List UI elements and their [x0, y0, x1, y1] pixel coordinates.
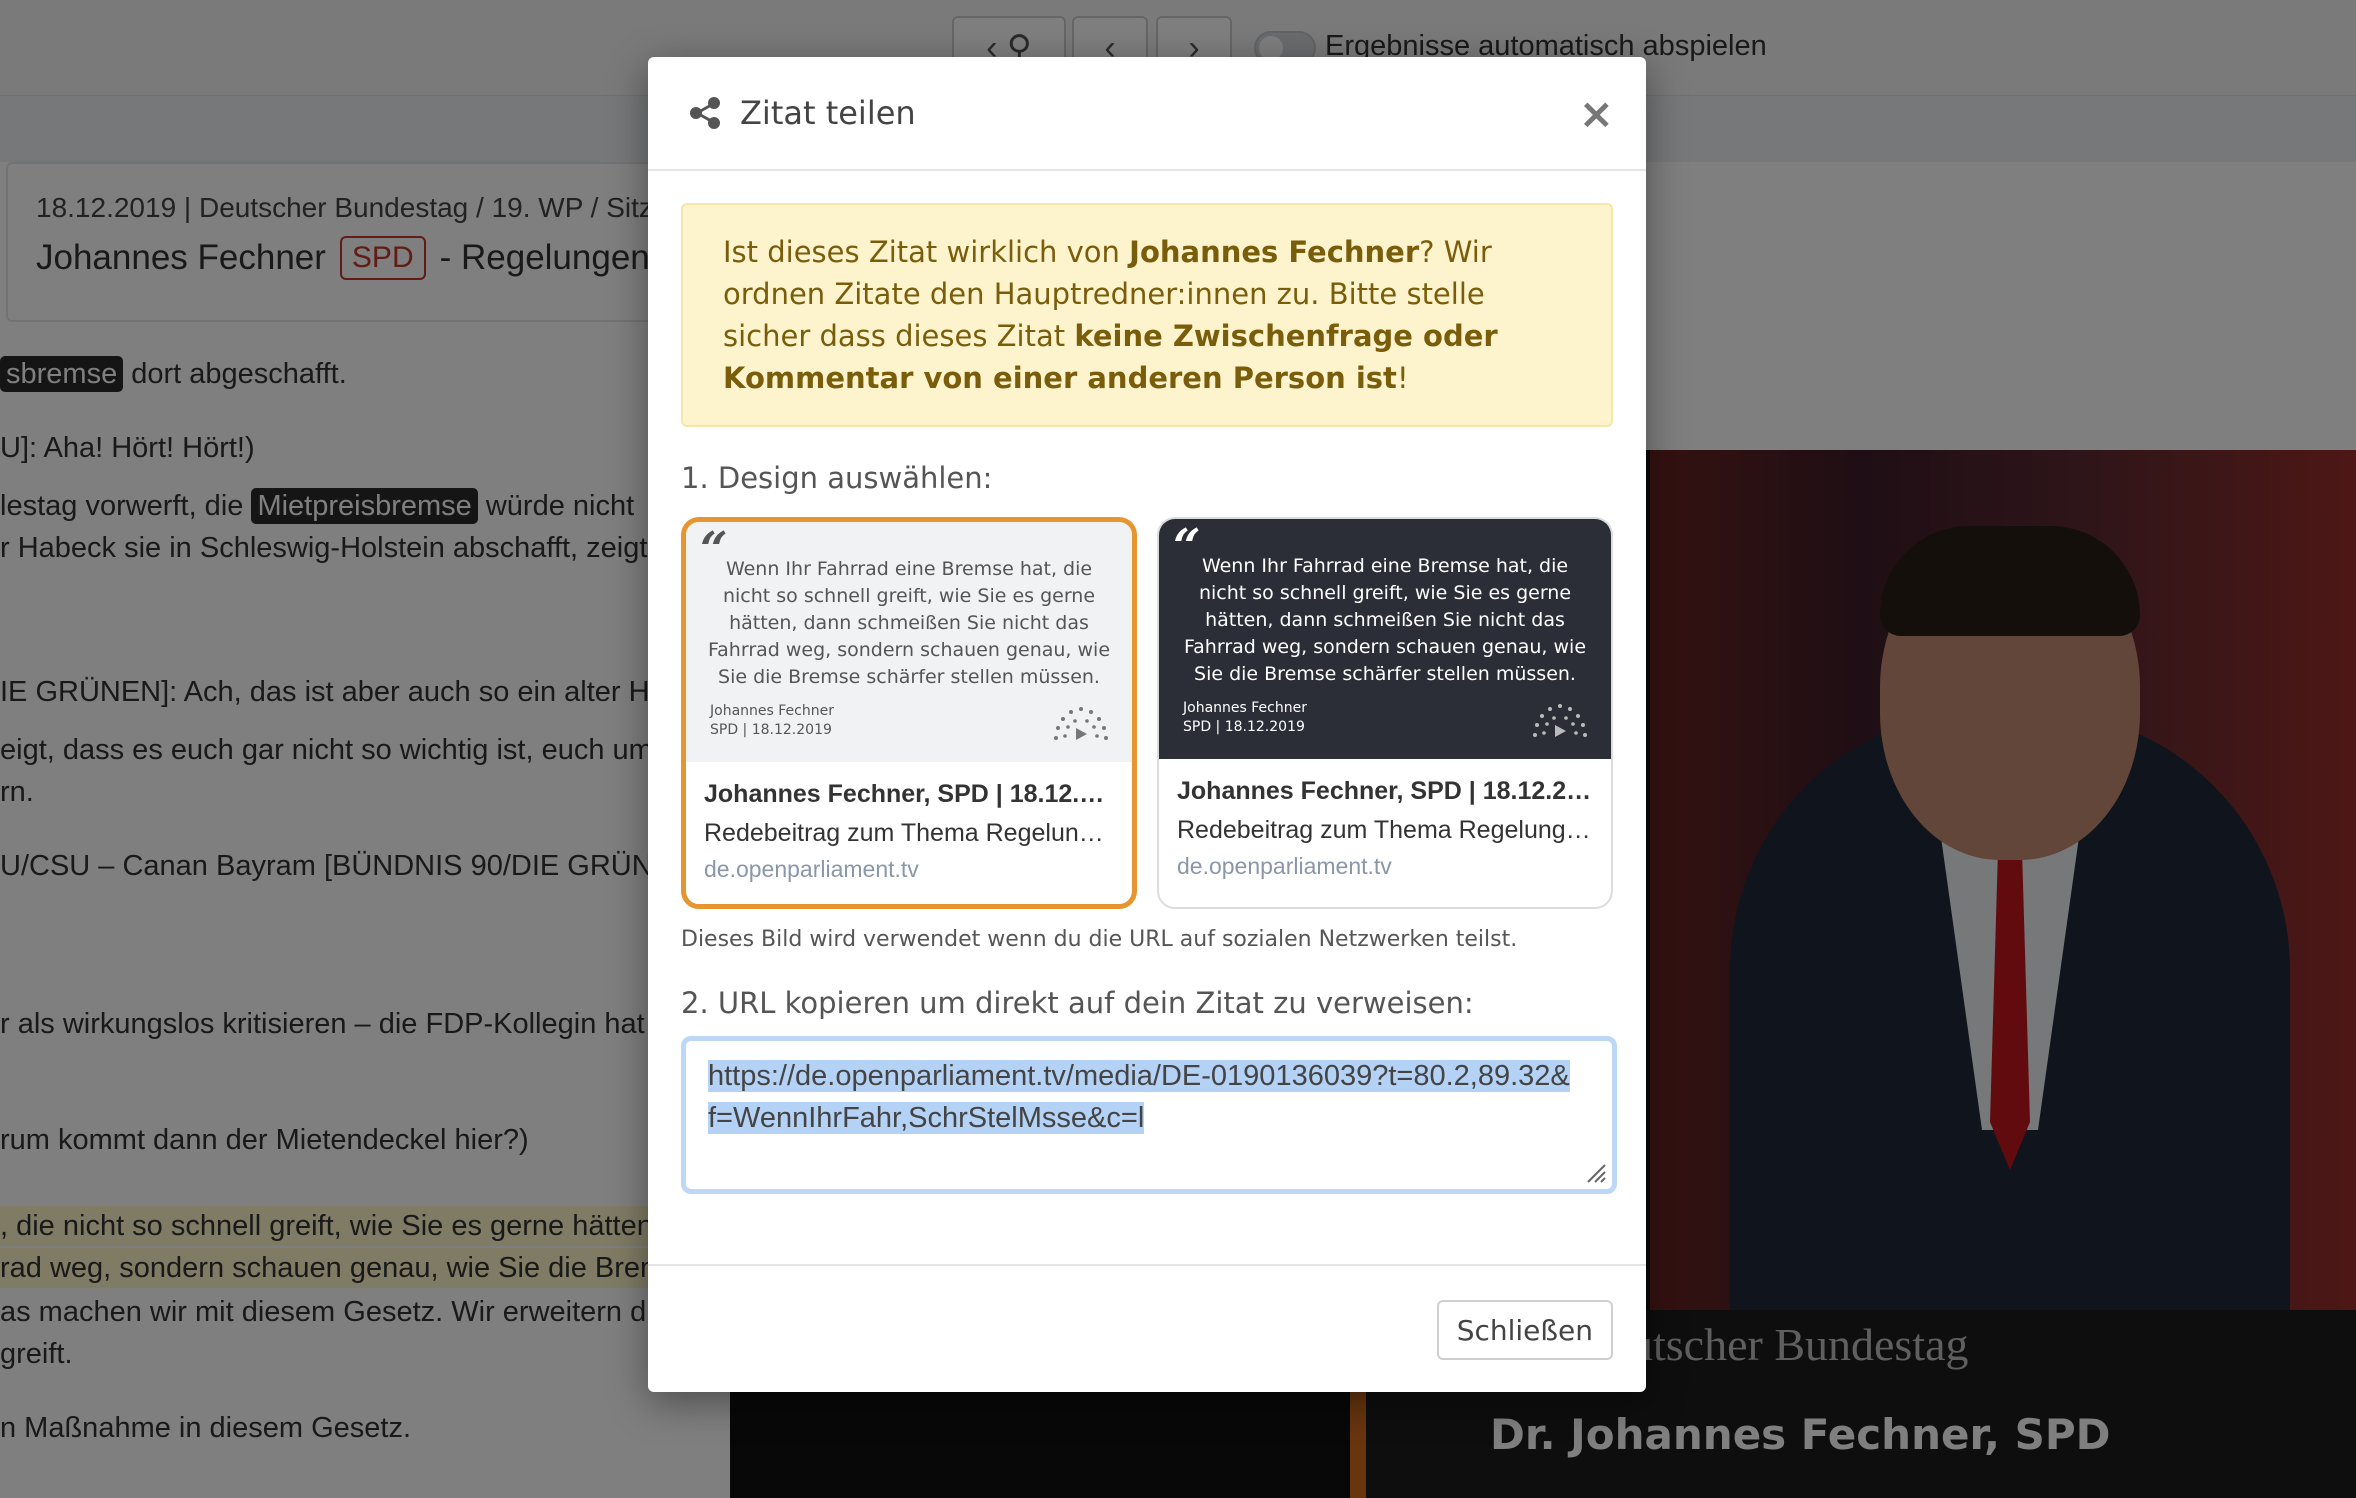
modal-footer: Schließen: [648, 1264, 1646, 1392]
share-quote-modal: Zitat teilen × Ist dieses Zitat wirklich…: [648, 57, 1646, 1392]
modal-body: Ist dieses Zitat wirklich von Johannes F…: [648, 171, 1646, 1194]
card-title: Johannes Fechner, SPD | 18.12.2019: [1177, 777, 1593, 805]
share-icon: [690, 97, 720, 129]
preview-meta: Johannes Fechner SPD | 18.12.2019: [710, 703, 834, 738]
card-description: Redebeitrag zum Thema Regelungen über di…: [704, 819, 1114, 847]
design-hint: Dieses Bild wird verwendet wenn du die U…: [681, 927, 1518, 952]
card-description: Redebeitrag zum Thema Regelungen über di…: [1177, 816, 1593, 844]
design-option-dark[interactable]: “ Wenn Ihr Fahrrad eine Bremse hat, die …: [1157, 517, 1613, 909]
quote-preview: “ Wenn Ihr Fahrrad eine Bremse hat, die …: [686, 522, 1132, 762]
preview-quote: Wenn Ihr Fahrrad eine Bremse hat, die ni…: [1183, 555, 1587, 685]
card-title: Johannes Fechner, SPD | 18.12.2019: [704, 780, 1114, 808]
step1-label: 1. Design auswählen:: [681, 461, 993, 495]
resize-grip-icon[interactable]: [1584, 1161, 1606, 1183]
close-button[interactable]: Schließen: [1436, 1300, 1613, 1360]
step2-label: 2. URL kopieren um direkt auf dein Zitat…: [681, 986, 1474, 1020]
card-url: de.openparliament.tv: [1177, 853, 1392, 879]
modal-header: Zitat teilen ×: [648, 57, 1646, 171]
alert-speaker: Johannes Fechner: [1129, 235, 1420, 269]
parliament-logo-icon: [1533, 704, 1587, 737]
card-info: Johannes Fechner, SPD | 18.12.2019 Redeb…: [1159, 759, 1611, 880]
quote-url-textarea[interactable]: https://de.openparliament.tv/media/DE-01…: [681, 1036, 1617, 1194]
speaker-warning: Ist dieses Zitat wirklich von Johannes F…: [681, 203, 1613, 427]
design-options: “ Wenn Ihr Fahrrad eine Bremse hat, die …: [681, 517, 1613, 909]
modal-title: Zitat teilen: [740, 94, 916, 132]
preview-quote: Wenn Ihr Fahrrad eine Bremse hat, die ni…: [707, 558, 1111, 688]
close-icon[interactable]: ×: [1579, 93, 1614, 135]
design-option-light[interactable]: “ Wenn Ihr Fahrrad eine Bremse hat, die …: [681, 517, 1137, 909]
quote-preview: “ Wenn Ihr Fahrrad eine Bremse hat, die …: [1159, 519, 1611, 759]
quote-url-line: https://de.openparliament.tv/media/DE-01…: [708, 1060, 1570, 1092]
parliament-logo-icon: [1054, 707, 1108, 740]
card-info: Johannes Fechner, SPD | 18.12.2019 Redeb…: [686, 762, 1132, 883]
quote-url-line: f=WennIhrFahr,SchrStelMsse&c=l: [708, 1102, 1145, 1134]
preview-meta: Johannes Fechner SPD | 18.12.2019: [1183, 700, 1307, 735]
card-url: de.openparliament.tv: [704, 856, 919, 882]
